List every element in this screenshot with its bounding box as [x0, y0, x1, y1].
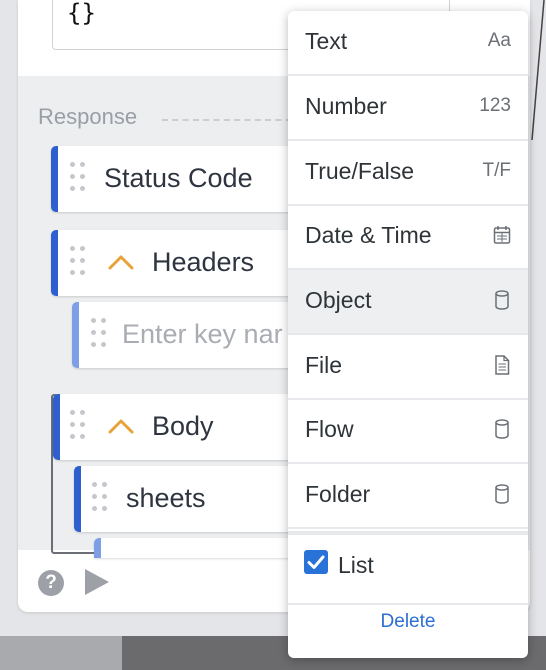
number-type-hint: 123: [479, 95, 511, 116]
delete-button[interactable]: Delete: [288, 611, 528, 633]
drag-handle-icon[interactable]: [92, 482, 110, 516]
cylinder-icon: [495, 290, 509, 310]
drag-handle-icon[interactable]: [70, 410, 88, 444]
row-accent-bar: [94, 538, 101, 558]
sheets-label: sheets: [126, 483, 206, 513]
menu-item-flow[interactable]: Flow: [288, 399, 528, 464]
menu-item-date-time[interactable]: Date & Time: [288, 205, 528, 270]
menu-item-label: Folder: [305, 481, 371, 507]
text-type-hint: Aa: [487, 30, 511, 51]
menu-item-label: Text: [305, 28, 348, 54]
chevron-up-icon[interactable]: [108, 254, 134, 270]
sheets-row[interactable]: sheets: [74, 466, 311, 532]
row-accent-bar: [72, 302, 79, 368]
row-accent-bar: [53, 394, 60, 460]
drag-handle-icon[interactable]: [91, 318, 109, 352]
play-icon[interactable]: [85, 569, 109, 595]
row-accent-bar: [74, 466, 81, 532]
cylinder-icon: [495, 419, 509, 439]
calendar-icon: [493, 226, 511, 244]
drag-handle-icon[interactable]: [70, 162, 88, 196]
nested-row[interactable]: [94, 538, 311, 558]
menu-item-label: File: [305, 352, 343, 378]
help-icon[interactable]: ?: [38, 570, 64, 596]
menu-item-label: True/False: [305, 158, 415, 184]
connector-line: [531, 0, 545, 140]
code-text: {}: [67, 0, 96, 27]
chevron-up-icon[interactable]: [108, 418, 134, 434]
key-name-input[interactable]: Enter key nar: [122, 319, 283, 350]
menu-item-text[interactable]: Text Aa: [288, 11, 528, 76]
checkmark-icon: [307, 555, 325, 569]
row-accent-bar: [51, 146, 58, 212]
drag-handle-icon[interactable]: [70, 246, 88, 280]
list-label: List: [338, 552, 374, 578]
section-divider: [162, 119, 302, 121]
menu-item-label: Object: [305, 287, 372, 313]
menu-item-number[interactable]: Number 123: [288, 76, 528, 141]
body-label: Body: [152, 411, 214, 441]
field-type-menu: Text Aa Number 123 True/False T/F Date &…: [288, 11, 528, 658]
menu-item-label: Number: [305, 93, 387, 119]
file-icon: [495, 355, 510, 375]
list-checkbox[interactable]: [304, 550, 328, 574]
body-row[interactable]: Body: [53, 394, 311, 460]
menu-item-file[interactable]: File: [288, 335, 528, 400]
list-toggle-row[interactable]: List: [288, 531, 528, 605]
response-section-label: Response: [38, 104, 138, 129]
menu-item-true-false[interactable]: True/False T/F: [288, 141, 528, 206]
headers-label: Headers: [152, 247, 255, 277]
status-code-label: Status Code: [104, 163, 253, 193]
row-accent-bar: [51, 230, 58, 296]
menu-item-label: Date & Time: [305, 222, 432, 248]
menu-item-folder[interactable]: Folder: [288, 464, 528, 529]
menu-item-label: Flow: [305, 416, 354, 442]
boolean-type-hint: T/F: [482, 160, 512, 181]
cylinder-icon: [495, 484, 509, 504]
menu-item-object[interactable]: Object: [288, 270, 528, 335]
background-strip-light: [0, 636, 122, 670]
